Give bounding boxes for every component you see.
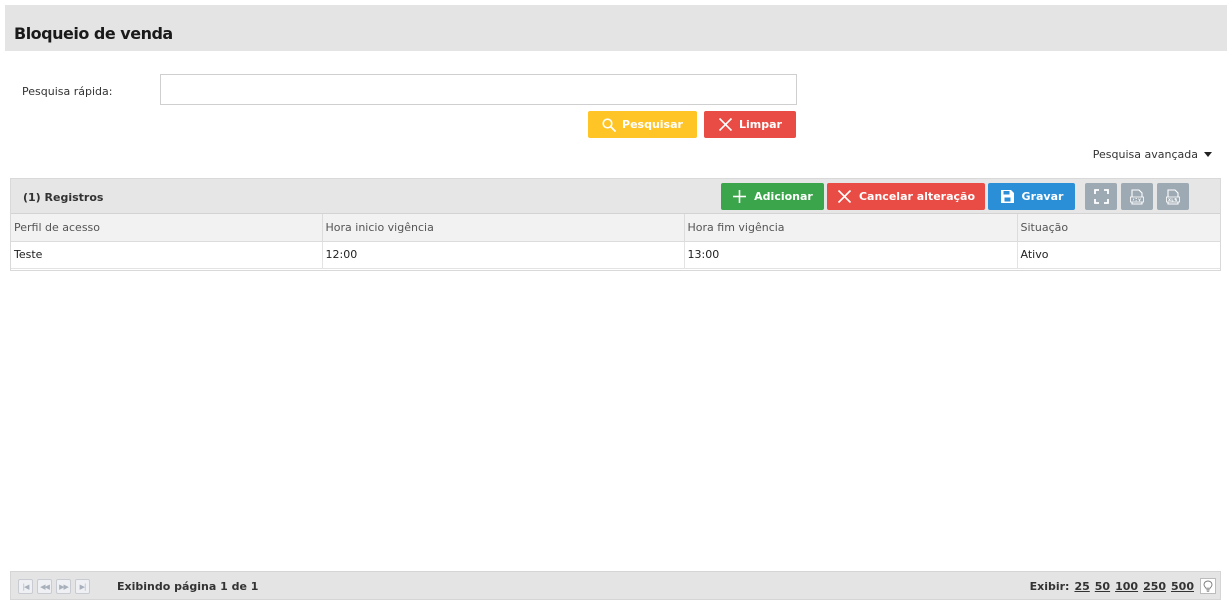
table-row[interactable]: Teste 12:00 13:00 Ativo	[11, 241, 1220, 269]
pagination-bar: |◀ ◀◀ ▶▶ ▶| Exibindo página 1 de 1 Exibi…	[10, 571, 1221, 600]
page: Bloqueio de venda Pesquisa rápida: Pesqu…	[5, 5, 1227, 606]
add-button-label: Adicionar	[754, 190, 813, 203]
quick-search-input[interactable]	[160, 74, 797, 105]
cell-access-profile: Teste	[11, 241, 323, 269]
page-title: Bloqueio de venda	[14, 24, 173, 43]
records-count: (1) Registros	[23, 191, 104, 204]
cancel-changes-label: Cancelar alteração	[858, 190, 975, 203]
table-header-row: Perfil de acesso Hora inicio vigência Ho…	[11, 214, 1220, 242]
search-icon	[602, 117, 616, 132]
first-page-icon: |◀	[22, 582, 30, 591]
next-page-icon: ▶▶	[59, 582, 69, 591]
prev-page-icon: ◀◀	[40, 582, 50, 591]
last-page-icon: ▶|	[79, 582, 87, 591]
fullscreen-button[interactable]	[1085, 183, 1117, 210]
advanced-search-label: Pesquisa avançada	[1092, 148, 1198, 161]
column-header-status[interactable]: Situação	[1017, 214, 1220, 242]
records-grid: (1) Registros Adicionar Cancelar alteraç…	[10, 178, 1221, 271]
clear-button-label: Limpar	[739, 118, 782, 131]
column-header-access-profile[interactable]: Perfil de acesso	[11, 214, 323, 242]
floppy-disk-icon	[1000, 190, 1014, 203]
fullscreen-icon	[1093, 189, 1109, 204]
add-button[interactable]: Adicionar	[721, 183, 824, 210]
search-button[interactable]: Pesquisar	[588, 111, 697, 138]
page-size-50[interactable]: 50	[1095, 580, 1110, 593]
xls-export-icon	[1166, 188, 1180, 205]
next-page-button[interactable]: ▶▶	[56, 579, 71, 594]
first-page-button[interactable]: |◀	[18, 579, 33, 594]
cancel-changes-button[interactable]: Cancelar alteração	[827, 183, 985, 210]
lightbulb-icon	[1203, 580, 1213, 592]
csv-export-icon	[1130, 188, 1144, 205]
page-info: Exibindo página 1 de 1	[117, 580, 259, 593]
clear-button[interactable]: Limpar	[704, 111, 796, 138]
last-page-button[interactable]: ▶|	[75, 579, 90, 594]
page-size-25[interactable]: 25	[1074, 580, 1089, 593]
page-size-selector: Exibir: 25 50 100 250 500	[1030, 580, 1194, 593]
cell-start-time: 12:00	[322, 241, 685, 269]
prev-page-button[interactable]: ◀◀	[37, 579, 52, 594]
close-icon	[837, 189, 852, 204]
column-header-end-time[interactable]: Hora fim vigência	[684, 214, 1018, 242]
cell-end-time: 13:00	[684, 241, 1018, 269]
advanced-search-toggle[interactable]: Pesquisa avançada	[1093, 148, 1212, 161]
cell-status: Ativo	[1017, 241, 1220, 269]
tips-button[interactable]	[1200, 578, 1216, 594]
page-size-500[interactable]: 500	[1171, 580, 1194, 593]
save-button-label: Gravar	[1021, 190, 1064, 203]
page-size-100[interactable]: 100	[1115, 580, 1138, 593]
title-bar: Bloqueio de venda	[5, 5, 1227, 51]
grid-toolbar: (1) Registros Adicionar Cancelar alteraç…	[11, 179, 1220, 214]
export-csv-button[interactable]	[1121, 183, 1153, 210]
page-size-250[interactable]: 250	[1143, 580, 1166, 593]
export-xls-button[interactable]	[1157, 183, 1189, 210]
records-table: Perfil de acesso Hora inicio vigência Ho…	[11, 214, 1220, 269]
search-button-label: Pesquisar	[622, 118, 683, 131]
column-header-start-time[interactable]: Hora inicio vigência	[322, 214, 685, 242]
save-button[interactable]: Gravar	[988, 183, 1075, 210]
page-size-label: Exibir:	[1029, 580, 1070, 593]
quick-search-label: Pesquisa rápida:	[22, 85, 113, 98]
plus-icon	[733, 190, 747, 203]
caret-down-icon	[1204, 152, 1212, 157]
close-icon	[718, 117, 733, 132]
